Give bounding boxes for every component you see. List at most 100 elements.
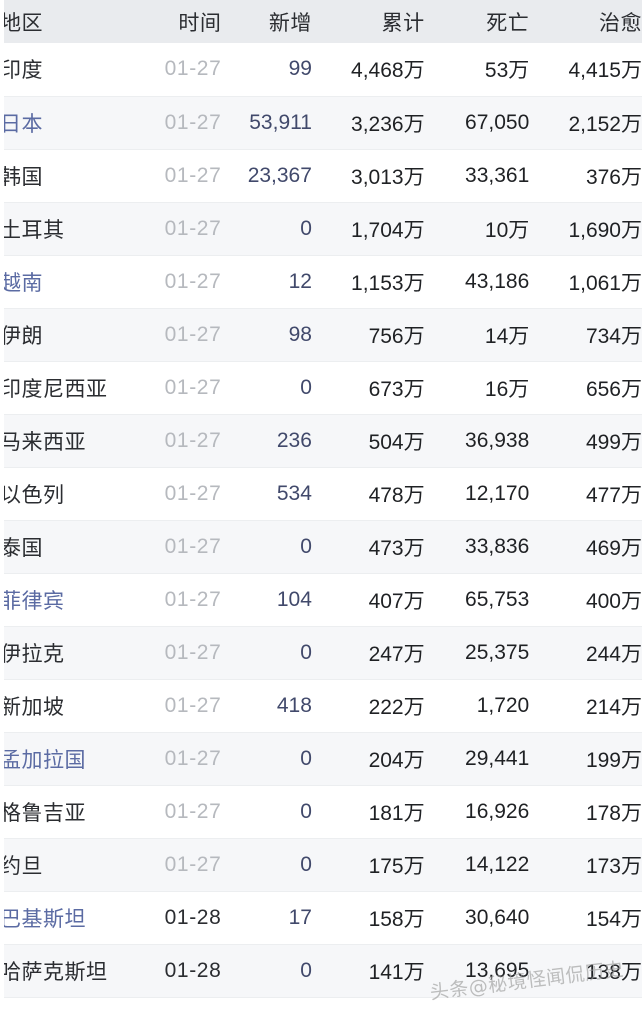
table-row[interactable]: 新加坡 01-27 418 222万 1,720 214万 xyxy=(0,679,642,733)
cell-deaths: 16万 xyxy=(424,361,530,415)
cell-region[interactable]: 巴基斯坦 xyxy=(0,891,143,945)
table-body: 印度 01-27 99 4,468万 53万 4,415万 日本 01-27 53,911 3,2… xyxy=(0,43,642,998)
column-header-cured[interactable]: 治愈 xyxy=(529,0,642,43)
table-row[interactable]: 印度尼西亚 01-27 0 673万 16万 656万 xyxy=(0,361,642,415)
cell-new: 0 xyxy=(221,202,312,256)
cell-date: 01-27 xyxy=(142,838,222,892)
cell-new: 0 xyxy=(221,520,312,574)
cell-cured: 2,152万 xyxy=(529,96,642,150)
cell-date: 01-28 xyxy=(142,944,222,998)
cell-deaths: 13,695 xyxy=(424,944,530,998)
cell-total: 1,153万 xyxy=(311,255,425,309)
cell-total: 204万 xyxy=(311,732,425,786)
cell-region[interactable]: 伊朗 xyxy=(0,308,143,362)
cell-region[interactable]: 印度 xyxy=(0,43,143,97)
cell-total: 3,013万 xyxy=(311,149,425,203)
cell-total: 181万 xyxy=(311,785,425,839)
column-header-total[interactable]: 累计 xyxy=(311,0,425,43)
cell-new: 534 xyxy=(221,467,312,521)
table-row[interactable]: 孟加拉国 01-27 0 204万 29,441 199万 xyxy=(0,732,642,786)
cell-region[interactable]: 约旦 xyxy=(0,838,143,892)
column-header-new[interactable]: 新增 xyxy=(221,0,312,43)
left-edge-gutter xyxy=(0,0,4,1022)
cell-deaths: 36,938 xyxy=(424,414,530,468)
cell-new: 98 xyxy=(221,308,312,362)
table-row[interactable]: 伊朗 01-27 98 756万 14万 734万 xyxy=(0,308,642,362)
cell-region[interactable]: 伊拉克 xyxy=(0,626,143,680)
cell-region[interactable]: 菲律宾 xyxy=(0,573,143,627)
cell-deaths: 14万 xyxy=(424,308,530,362)
cell-date: 01-27 xyxy=(142,43,222,97)
cell-region[interactable]: 土耳其 xyxy=(0,202,143,256)
cell-region[interactable]: 新加坡 xyxy=(0,679,143,733)
cell-date: 01-28 xyxy=(142,891,222,945)
column-header-date[interactable]: 时间 xyxy=(142,0,222,43)
table-row[interactable]: 泰国 01-27 0 473万 33,836 469万 xyxy=(0,520,642,574)
cell-total: 1,704万 xyxy=(311,202,425,256)
cell-date: 01-27 xyxy=(142,361,222,415)
table-row[interactable]: 约旦 01-27 0 175万 14,122 173万 xyxy=(0,838,642,892)
table-row[interactable]: 伊拉克 01-27 0 247万 25,375 244万 xyxy=(0,626,642,680)
cell-total: 158万 xyxy=(311,891,425,945)
cell-new: 236 xyxy=(221,414,312,468)
cell-region[interactable]: 孟加拉国 xyxy=(0,732,143,786)
table-row[interactable]: 格鲁吉亚 01-27 0 181万 16,926 178万 xyxy=(0,785,642,839)
cell-cured: 400万 xyxy=(529,573,642,627)
table-row[interactable]: 巴基斯坦 01-28 17 158万 30,640 154万 xyxy=(0,891,642,945)
table-row[interactable]: 土耳其 01-27 0 1,704万 10万 1,690万 xyxy=(0,202,642,256)
cell-date: 01-27 xyxy=(142,308,222,362)
cell-region[interactable]: 哈萨克斯坦 xyxy=(0,944,143,998)
cell-deaths: 65,753 xyxy=(424,573,530,627)
column-header-deaths[interactable]: 死亡 xyxy=(424,0,530,43)
table-row[interactable]: 印度 01-27 99 4,468万 53万 4,415万 xyxy=(0,43,642,97)
cell-deaths: 12,170 xyxy=(424,467,530,521)
cell-cured: 4,415万 xyxy=(529,43,642,97)
cell-deaths: 33,361 xyxy=(424,149,530,203)
cell-date: 01-27 xyxy=(142,96,222,150)
cell-date: 01-27 xyxy=(142,785,222,839)
cell-region[interactable]: 越南 xyxy=(0,255,143,309)
cell-total: 478万 xyxy=(311,467,425,521)
cell-date: 01-27 xyxy=(142,520,222,574)
cell-deaths: 33,836 xyxy=(424,520,530,574)
cell-total: 504万 xyxy=(311,414,425,468)
cell-new: 0 xyxy=(221,361,312,415)
cell-date: 01-27 xyxy=(142,202,222,256)
cell-total: 673万 xyxy=(311,361,425,415)
table-row[interactable]: 菲律宾 01-27 104 407万 65,753 400万 xyxy=(0,573,642,627)
table-row[interactable]: 马来西亚 01-27 236 504万 36,938 499万 xyxy=(0,414,642,468)
cell-region[interactable]: 格鲁吉亚 xyxy=(0,785,143,839)
cell-region[interactable]: 印度尼西亚 xyxy=(0,361,143,415)
cell-date: 01-27 xyxy=(142,573,222,627)
cell-cured: 1,690万 xyxy=(529,202,642,256)
table-row[interactable]: 日本 01-27 53,911 3,236万 67,050 2,152万 xyxy=(0,96,642,150)
cell-new: 0 xyxy=(221,785,312,839)
cell-total: 222万 xyxy=(311,679,425,733)
covid-stats-table: 地区 时间 新增 累计 死亡 治愈 印度 01-27 99 4,468万 53万 4,41… xyxy=(0,0,642,998)
table-row[interactable]: 以色列 01-27 534 478万 12,170 477万 xyxy=(0,467,642,521)
table-row[interactable]: 韩国 01-27 23,367 3,013万 33,361 376万 xyxy=(0,149,642,203)
cell-region[interactable]: 韩国 xyxy=(0,149,143,203)
cell-cured: 477万 xyxy=(529,467,642,521)
cell-region[interactable]: 泰国 xyxy=(0,520,143,574)
cell-deaths: 30,640 xyxy=(424,891,530,945)
cell-region[interactable]: 以色列 xyxy=(0,467,143,521)
cell-deaths: 14,122 xyxy=(424,838,530,892)
column-header-region[interactable]: 地区 xyxy=(0,0,143,43)
cell-cured: 469万 xyxy=(529,520,642,574)
cell-cured: 1,061万 xyxy=(529,255,642,309)
cell-deaths: 25,375 xyxy=(424,626,530,680)
table-header-row: 地区 时间 新增 累计 死亡 治愈 xyxy=(0,0,642,43)
cell-total: 4,468万 xyxy=(311,43,425,97)
cell-cured: 656万 xyxy=(529,361,642,415)
cell-new: 23,367 xyxy=(221,149,312,203)
cell-total: 247万 xyxy=(311,626,425,680)
cell-deaths: 53万 xyxy=(424,43,530,97)
table-row[interactable]: 哈萨克斯坦 01-28 0 141万 13,695 138万 xyxy=(0,944,642,998)
cell-cured: 178万 xyxy=(529,785,642,839)
cell-cured: 734万 xyxy=(529,308,642,362)
cell-new: 53,911 xyxy=(221,96,312,150)
table-row[interactable]: 越南 01-27 12 1,153万 43,186 1,061万 xyxy=(0,255,642,309)
cell-region[interactable]: 日本 xyxy=(0,96,143,150)
cell-region[interactable]: 马来西亚 xyxy=(0,414,143,468)
